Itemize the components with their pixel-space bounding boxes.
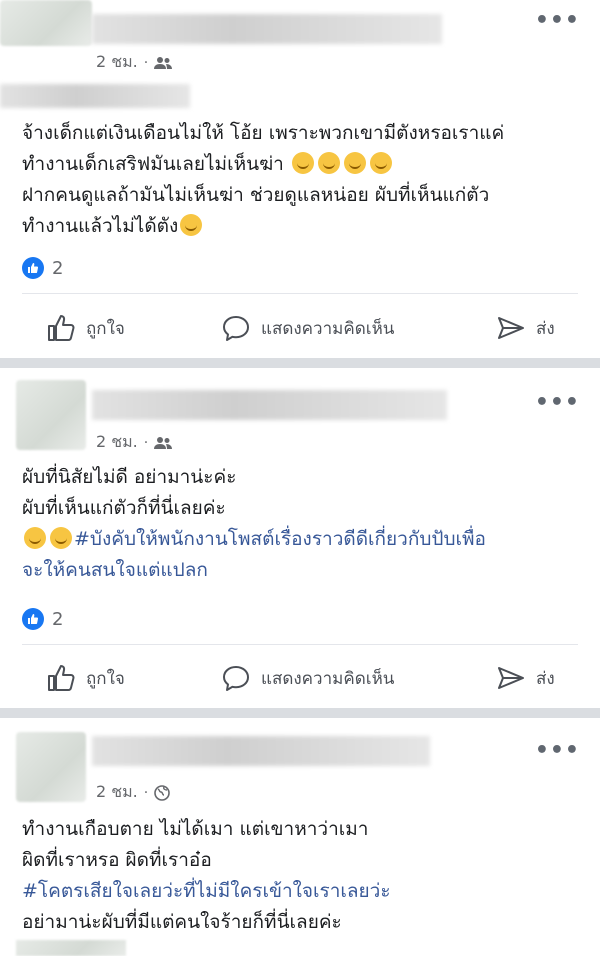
post-3: 2 ชม. · ••• ทำงานเกือบตาย ไม่ได้เมา แต่เ… — [0, 718, 600, 956]
post-time[interactable]: 2 ชม. — [96, 780, 138, 805]
post-line-text: ทำงานเด็กเสริฟมันเลยไม่เห็นฆ่า — [22, 153, 284, 175]
avatar[interactable] — [16, 732, 86, 802]
divider — [22, 644, 578, 645]
friends-icon — [154, 56, 173, 69]
comment-label: แสดงความคิดเห็น — [261, 668, 395, 689]
post-line: อย่ามาน่ะผับที่มีแต่คนใจร้ายก็ที่นี่เลยค… — [22, 911, 342, 933]
reaction-summary[interactable]: 2 — [22, 608, 63, 630]
share-button[interactable]: ส่ง — [496, 656, 555, 700]
post-line: ผิดที่เราหรอ ผิดที่เราอ๋อ — [22, 849, 212, 871]
post-line: จ้างเด็กแต่เงินเดือนไม่ให้ โอ้ย เพราะพวก… — [22, 122, 505, 144]
next-avatar — [16, 940, 126, 956]
avatar[interactable] — [16, 380, 86, 450]
post-separator — [0, 708, 600, 718]
share-button[interactable]: ส่ง — [496, 306, 555, 350]
thumbs-up-icon — [48, 665, 75, 691]
author-name-redacted — [0, 84, 190, 108]
author-name[interactable] — [92, 390, 447, 420]
crying-cat-emoji-icon — [50, 527, 72, 549]
post-line-with-emoji: ทำงานแล้วไม่ได้ตัง — [22, 211, 582, 242]
share-label: ส่ง — [536, 318, 555, 339]
post-separator — [0, 358, 600, 368]
action-bar: ถูกใจ แสดงความคิดเห็น ส่ง — [0, 656, 600, 700]
meta-separator: · — [143, 784, 149, 801]
more-options-icon[interactable]: ••• — [535, 738, 580, 763]
like-count: 2 — [52, 257, 64, 279]
post-line-text: ทำงานแล้วไม่ได้ตัง — [22, 215, 179, 237]
post-meta: 2 ชม. · — [96, 50, 173, 75]
like-reaction-icon — [22, 257, 44, 279]
post-1: 2 ชม. · ••• จ้างเด็กแต่เงินเดือนไม่ให้ โ… — [0, 0, 600, 356]
crying-cat-emoji-icon — [369, 152, 392, 174]
post-text: จ้างเด็กแต่เงินเดือนไม่ให้ โอ้ย เพราะพวก… — [22, 118, 582, 242]
crying-cat-emoji-icon — [317, 152, 340, 174]
hashtag-link[interactable]: #บังคับให้พนักงานโพสต์เรื่องราวดีดีเกี่ย… — [74, 528, 486, 550]
post-line-with-emoji: #บังคับให้พนักงานโพสต์เรื่องราวดีดีเกี่ย… — [22, 524, 582, 555]
post-line: ผับที่เห็นแก่ตัวก็ที่นี่เลยค่ะ — [22, 497, 226, 519]
author-name[interactable] — [92, 14, 442, 44]
author-name[interactable] — [92, 736, 430, 766]
crying-cat-emoji-icon — [291, 152, 314, 174]
like-count: 2 — [52, 608, 64, 630]
post-line-with-emoji: ทำงานเด็กเสริฟมันเลยไม่เห็นฆ่า — [22, 149, 582, 180]
like-reaction-icon — [22, 608, 44, 630]
post-meta: 2 ชม. · — [96, 430, 173, 455]
hashtag-link-continued[interactable]: จะให้คนสนใจแต่แปลก — [22, 555, 582, 586]
comment-icon — [223, 666, 249, 691]
globe-icon — [154, 784, 171, 801]
meta-separator: · — [143, 54, 149, 71]
post-line: ผับที่นิสัยไม่ดี อย่ามาน่ะค่ะ — [22, 466, 237, 488]
reaction-summary[interactable]: 2 — [22, 257, 63, 279]
comment-button[interactable]: แสดงความคิดเห็น — [221, 306, 394, 350]
comment-icon — [223, 316, 249, 341]
send-icon — [498, 317, 524, 339]
post-time[interactable]: 2 ชม. — [96, 50, 138, 75]
post-time[interactable]: 2 ชม. — [96, 430, 138, 455]
crying-cat-emoji-icon — [343, 152, 366, 174]
share-label: ส่ง — [536, 668, 555, 689]
comment-label: แสดงความคิดเห็น — [261, 318, 395, 339]
post-line: ฝากคนดูแลถ้ามันไม่เห็นฆ่า ช่วยดูแลหน่อย … — [22, 184, 490, 206]
like-label: ถูกใจ — [86, 668, 125, 689]
comment-button[interactable]: แสดงความคิดเห็น — [221, 656, 394, 700]
post-text: ผับที่นิสัยไม่ดี อย่ามาน่ะค่ะ ผับที่เห็น… — [22, 462, 582, 586]
post-line: ทำงานเกือบตาย ไม่ได้เมา แต่เขาหาว่าเมา — [22, 818, 369, 840]
more-options-icon[interactable]: ••• — [535, 390, 580, 415]
post-meta: 2 ชม. · — [96, 780, 171, 805]
like-button[interactable]: ถูกใจ — [46, 656, 125, 700]
more-options-icon[interactable]: ••• — [535, 8, 580, 33]
crying-cat-emoji-icon — [180, 214, 203, 236]
post-text: ทำงานเกือบตาย ไม่ได้เมา แต่เขาหาว่าเมา ผ… — [22, 814, 582, 938]
avatar[interactable] — [0, 0, 92, 46]
like-label: ถูกใจ — [86, 318, 125, 339]
hashtag-link[interactable]: #โคตรเสียใจเลยว่ะที่ไม่มีใครเข้าใจเราเลย… — [22, 876, 582, 907]
meta-separator: · — [143, 434, 149, 451]
crying-cat-emoji-icon — [24, 527, 46, 549]
send-icon — [498, 667, 524, 689]
friends-icon — [154, 436, 173, 449]
post-2: 2 ชม. · ••• ผับที่นิสัยไม่ดี อย่ามาน่ะค่… — [0, 368, 600, 708]
divider — [22, 293, 578, 294]
thumbs-up-icon — [48, 315, 75, 341]
like-button[interactable]: ถูกใจ — [46, 306, 125, 350]
action-bar: ถูกใจ แสดงความคิดเห็น ส่ง — [0, 306, 600, 350]
